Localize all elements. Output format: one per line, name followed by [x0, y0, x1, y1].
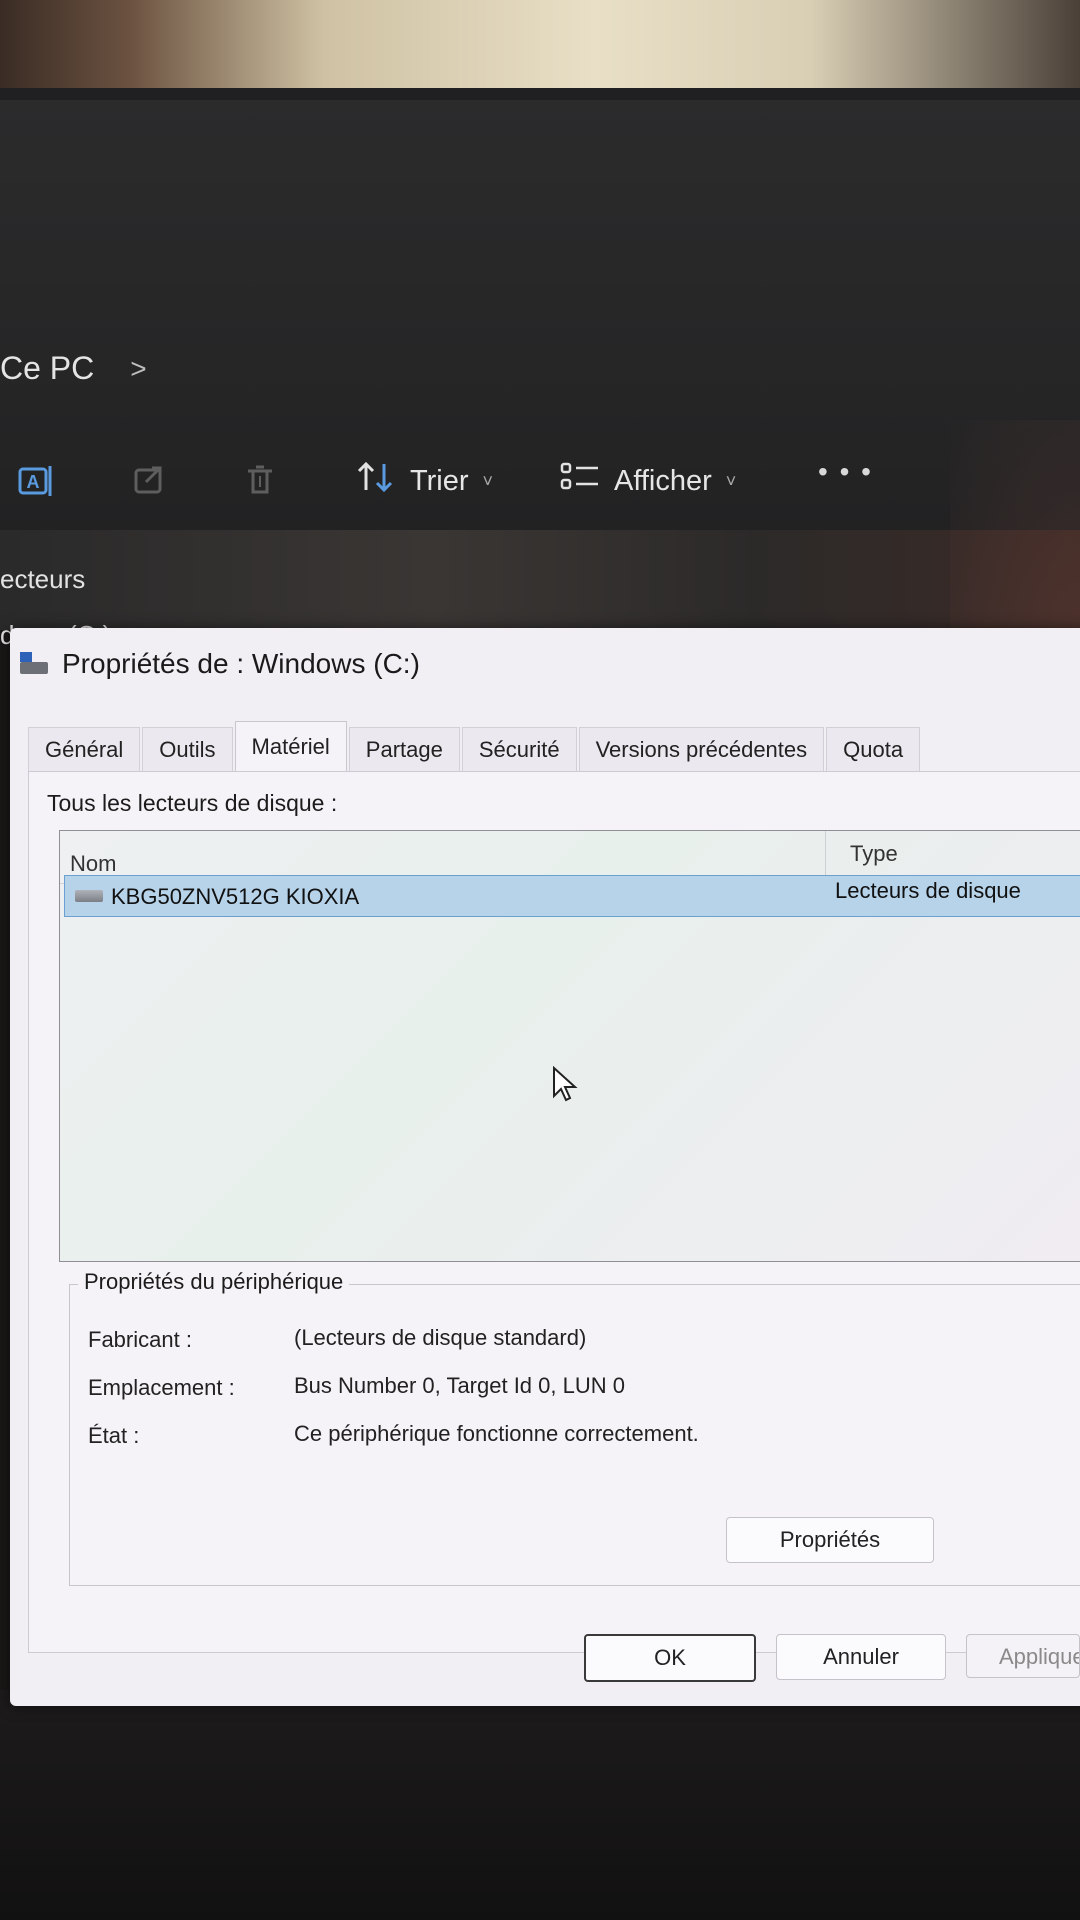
manufacturer-label: Fabricant :	[88, 1327, 192, 1352]
tab-previous-versions[interactable]: Versions précédentes	[578, 727, 825, 772]
hardware-tab-panel: Tous les lecteurs de disque : Nom Type K…	[28, 771, 1080, 1653]
table-row[interactable]: KBG50ZNV512G KIOXIA Lecteurs de disque	[64, 875, 1080, 917]
breadcrumb: Ce PC >	[0, 350, 147, 387]
view-button[interactable]: Afficher ˅	[560, 460, 736, 502]
all-drives-label: Tous les lecteurs de disque :	[47, 790, 338, 816]
manufacturer-value: (Lecteurs de disque standard)	[294, 1325, 587, 1350]
share-icon[interactable]	[130, 462, 170, 502]
row-drive-type: Lecteurs de disque	[835, 878, 1021, 903]
view-icon	[560, 460, 600, 502]
svg-text:A: A	[27, 472, 40, 492]
column-header-type[interactable]: Type	[850, 841, 898, 867]
status-label: État :	[88, 1423, 140, 1448]
row-drive-name: KBG50ZNV512G KIOXIA	[111, 884, 360, 909]
tab-tools[interactable]: Outils	[142, 727, 233, 772]
cancel-button[interactable]: Annuler	[776, 1634, 946, 1680]
drive-icon	[18, 652, 50, 676]
nav-drives-label[interactable]: ecteurs	[0, 564, 85, 595]
device-properties-title: Propriétés du périphérique	[78, 1269, 350, 1295]
delete-icon[interactable]	[240, 462, 280, 502]
status-value: Ce périphérique fonctionne correctement.	[294, 1421, 699, 1446]
tab-bar: Général Outils Matériel Partage Sécurité…	[28, 720, 922, 772]
dialog-title-bar: Propriétés de : Windows (C:)	[18, 648, 420, 680]
chevron-right-icon[interactable]: >	[130, 353, 146, 385]
sort-label: Trier	[410, 464, 469, 497]
tab-security[interactable]: Sécurité	[461, 727, 577, 772]
properties-dialog: Propriétés de : Windows (C:) Général Out…	[10, 628, 1080, 1706]
location-value: Bus Number 0, Target Id 0, LUN 0	[294, 1373, 625, 1398]
tab-hardware[interactable]: Matériel	[234, 721, 347, 772]
view-label: Afficher	[614, 464, 712, 497]
chevron-down-icon: ˅	[482, 470, 494, 491]
explorer-content-strip	[0, 530, 1080, 630]
device-properties-button[interactable]: Propriétés	[726, 1517, 934, 1563]
chevron-down-icon: ˅	[725, 470, 737, 491]
ok-button[interactable]: OK	[584, 1634, 756, 1682]
more-options-button[interactable]: • • •	[818, 456, 873, 488]
dialog-title: Propriétés de : Windows (C:)	[62, 648, 420, 679]
disk-drive-icon	[75, 890, 103, 902]
device-properties-group: Propriétés du périphérique Fabricant : (…	[69, 1269, 1080, 1586]
mouse-cursor-icon	[552, 1065, 578, 1102]
tab-sharing[interactable]: Partage	[348, 727, 460, 772]
tab-general[interactable]: Général	[28, 727, 141, 772]
screen-bottom	[0, 1690, 1080, 1920]
column-header-name[interactable]: Nom	[70, 851, 116, 877]
sort-button[interactable]: Trier ˅	[356, 460, 493, 502]
drives-list[interactable]: Nom Type KBG50ZNV512G KIOXIA Lecteurs de…	[59, 830, 1080, 1262]
breadcrumb-this-pc[interactable]: Ce PC	[0, 350, 94, 387]
tab-quota[interactable]: Quota	[826, 727, 921, 772]
location-label: Emplacement :	[88, 1375, 235, 1400]
sort-icon	[356, 460, 396, 502]
apply-button[interactable]: Appliquer	[966, 1634, 1080, 1678]
rename-icon[interactable]: A	[16, 462, 56, 502]
